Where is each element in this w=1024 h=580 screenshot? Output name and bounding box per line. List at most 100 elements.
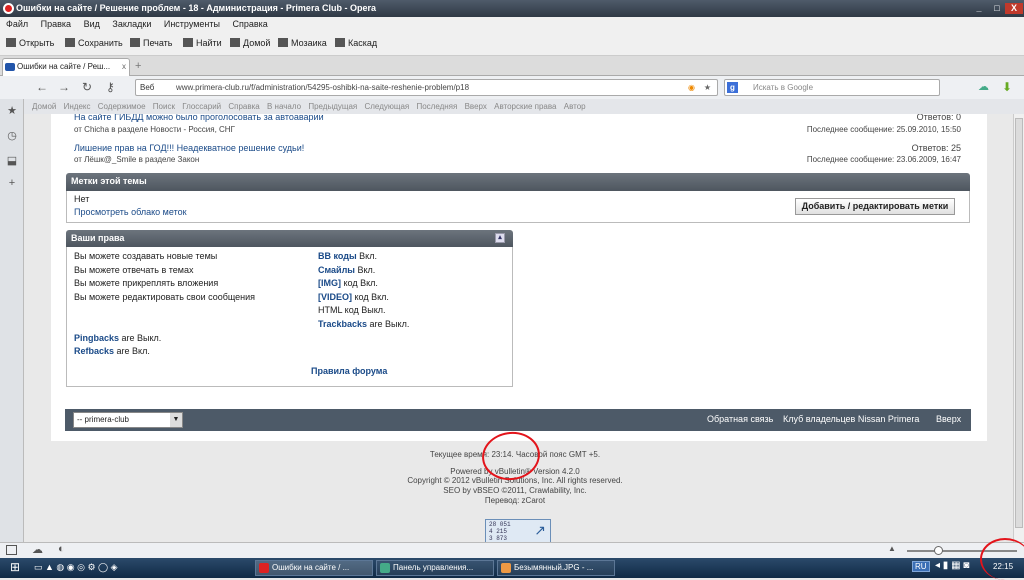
bookmarks-star-icon[interactable]: ★ — [6, 105, 18, 117]
forum-rules-link[interactable]: Правила форума — [311, 366, 387, 376]
menu-help[interactable]: Справка — [233, 19, 268, 29]
address-field[interactable]: Веб www.primera-club.ru/f/administration… — [135, 79, 718, 96]
style-chooser-select[interactable]: -- primera-club ▼ — [73, 412, 183, 428]
collapse-icon[interactable]: ▴ — [495, 233, 505, 243]
site-favicon-icon — [5, 63, 15, 71]
download-icon[interactable]: ⬇ — [1002, 80, 1012, 94]
bbcode-link[interactable]: BB коды — [318, 251, 357, 261]
footer-top-link[interactable]: Вверх — [936, 414, 961, 424]
home-button[interactable]: Домой — [230, 38, 270, 48]
taskbar-task-opera[interactable]: Ошибки на сайте / ... — [255, 560, 373, 576]
nav-author[interactable]: Автор — [564, 102, 586, 111]
history-clock-icon[interactable]: ◷ — [6, 130, 18, 142]
tab-active[interactable]: Ошибки на сайте / Реш... x — [2, 58, 130, 76]
tray-icons[interactable]: ◂ ▮ ▦ ◙ — [935, 560, 969, 571]
nav-next[interactable]: Следующая — [364, 102, 409, 111]
arrow-icon: ↗ — [534, 522, 546, 538]
tab-close-icon[interactable]: x — [122, 59, 126, 75]
control-panel-icon — [380, 563, 390, 573]
maximize-button[interactable]: □ — [988, 3, 1006, 14]
trackbacks-link[interactable]: Trackbacks — [318, 319, 367, 329]
taskbar-task-paint[interactable]: Безымянный.JPG - ... — [497, 560, 615, 576]
liveinternet-counter[interactable]: 28 051 4 215 3 873 ↗ — [485, 519, 551, 542]
rights-title: Ваши права — [71, 233, 125, 243]
similar-thread-last: Последнее сообщение: 25.09.2010, 15:50 — [806, 125, 961, 134]
quicklaunch-icons[interactable]: ▭ ▲ ◍ ◉ ◎ ⚙ ◯ ◈ — [34, 562, 118, 573]
nav-help[interactable]: Справка — [228, 102, 259, 111]
url-text[interactable]: www.primera-club.ru/f/administration/542… — [176, 80, 469, 95]
new-tab-button[interactable]: + — [135, 60, 141, 72]
windows-taskbar: ⊞ ▭ ▲ ◍ ◉ ◎ ⚙ ◯ ◈ Ошибки на сайте / ... … — [0, 558, 1024, 578]
add-panel-icon[interactable]: + — [6, 177, 18, 189]
taskbar-task-control-panel[interactable]: Панель управления... — [376, 560, 494, 576]
bbcode-line: BB коды Вкл. — [318, 251, 377, 261]
right-item: Вы можете отвечать в темах — [74, 265, 194, 275]
search-field[interactable]: g Искать в Google — [724, 79, 940, 96]
zoom-out-icon[interactable]: ▲ — [888, 544, 896, 553]
tag-cloud-link[interactable]: Просмотреть облако меток — [74, 207, 187, 217]
open-button[interactable]: Открыть — [6, 38, 54, 48]
save-button[interactable]: Сохранить — [65, 38, 123, 48]
scroll-thumb[interactable] — [1015, 118, 1023, 528]
edit-tags-button[interactable]: Добавить / редактировать метки — [795, 198, 955, 215]
bookmark-star-icon[interactable]: ★ — [704, 80, 711, 95]
find-button[interactable]: Найти — [183, 38, 222, 48]
menu-tools[interactable]: Инструменты — [164, 19, 220, 29]
vertical-scrollbar[interactable] — [1013, 114, 1024, 542]
refbacks-link[interactable]: Refbacks — [74, 346, 114, 356]
smilies-link[interactable]: Смайлы — [318, 265, 355, 275]
web-badge: Веб — [140, 83, 155, 92]
pingbacks-link[interactable]: Pingbacks — [74, 333, 119, 343]
forward-arrow-icon[interactable]: → — [58, 80, 70, 94]
panel-toggle-icon[interactable] — [6, 545, 17, 555]
nav-top[interactable]: В начало — [267, 102, 301, 111]
counter-line: 28 051 — [489, 521, 511, 528]
nav-index[interactable]: Индекс — [64, 102, 91, 111]
nav-up[interactable]: Вверх — [465, 102, 487, 111]
footer-contact-link[interactable]: Обратная связь — [707, 414, 773, 424]
close-window-button[interactable]: X — [1005, 3, 1023, 14]
key-icon[interactable]: ⚷ — [106, 80, 115, 94]
open-label: Открыть — [19, 38, 55, 48]
video-code-link[interactable]: [VIDEO] — [318, 292, 352, 302]
menu-view[interactable]: Вид — [84, 19, 100, 29]
nav-contents[interactable]: Содержимое — [98, 102, 146, 111]
html-code-status: HTML код Выкл. — [318, 305, 386, 315]
nav-home[interactable]: Домой — [32, 102, 56, 111]
rss-icon[interactable]: ◉ — [688, 80, 695, 95]
img-status: код Вкл. — [341, 278, 378, 288]
counter-line: 4 215 — [489, 528, 508, 535]
tile-button[interactable]: Мозаика — [278, 38, 327, 48]
start-button-icon[interactable]: ⊞ — [10, 560, 20, 574]
language-indicator[interactable]: RU — [912, 561, 930, 572]
tags-header: Метки этой темы — [66, 173, 970, 191]
nav-previous[interactable]: Предыдущая — [308, 102, 357, 111]
reload-icon[interactable]: ↻ — [82, 80, 92, 94]
cloud-icon[interactable]: ☁ — [32, 543, 43, 556]
status-bar: ☁ ◐ ▲ — [0, 542, 1024, 558]
print-label: Печать — [143, 38, 173, 48]
print-button[interactable]: Печать — [130, 38, 172, 48]
similar-thread-link[interactable]: На сайте ГИБДД можно было проголосовать … — [74, 114, 324, 122]
menu-bookmarks[interactable]: Закладки — [112, 19, 151, 29]
footer-club-link[interactable]: Клуб владельцев Nissan Primera — [783, 414, 919, 424]
unite-icon[interactable]: ☁ — [978, 80, 989, 93]
google-icon[interactable]: g — [727, 82, 738, 93]
cascade-button[interactable]: Каскад — [335, 38, 377, 48]
speed-dial-icon[interactable]: ◐ — [58, 543, 65, 555]
nav-last[interactable]: Последняя — [416, 102, 457, 111]
zoom-slider-handle[interactable] — [934, 546, 943, 555]
nav-glossary[interactable]: Глоссарий — [182, 102, 221, 111]
nav-search[interactable]: Поиск — [153, 102, 175, 111]
right-item: Вы можете создавать новые темы — [74, 251, 218, 261]
menu-file[interactable]: Файл — [6, 19, 28, 29]
minimize-button[interactable]: _ — [970, 3, 988, 14]
navigation-bar: Домой Индекс Содержимое Поиск Глоссарий … — [0, 99, 1024, 114]
downloads-icon[interactable]: ⬓ — [6, 155, 18, 167]
img-code-link[interactable]: [IMG] — [318, 278, 341, 288]
menu-edit[interactable]: Правка — [41, 19, 71, 29]
back-arrow-icon[interactable]: ← — [36, 80, 48, 94]
similar-thread-link[interactable]: Лишение прав на ГОД!!! Неадекватное реше… — [74, 143, 304, 153]
smilies-status: Вкл. — [354, 265, 376, 275]
nav-copyright[interactable]: Авторские права — [494, 102, 556, 111]
